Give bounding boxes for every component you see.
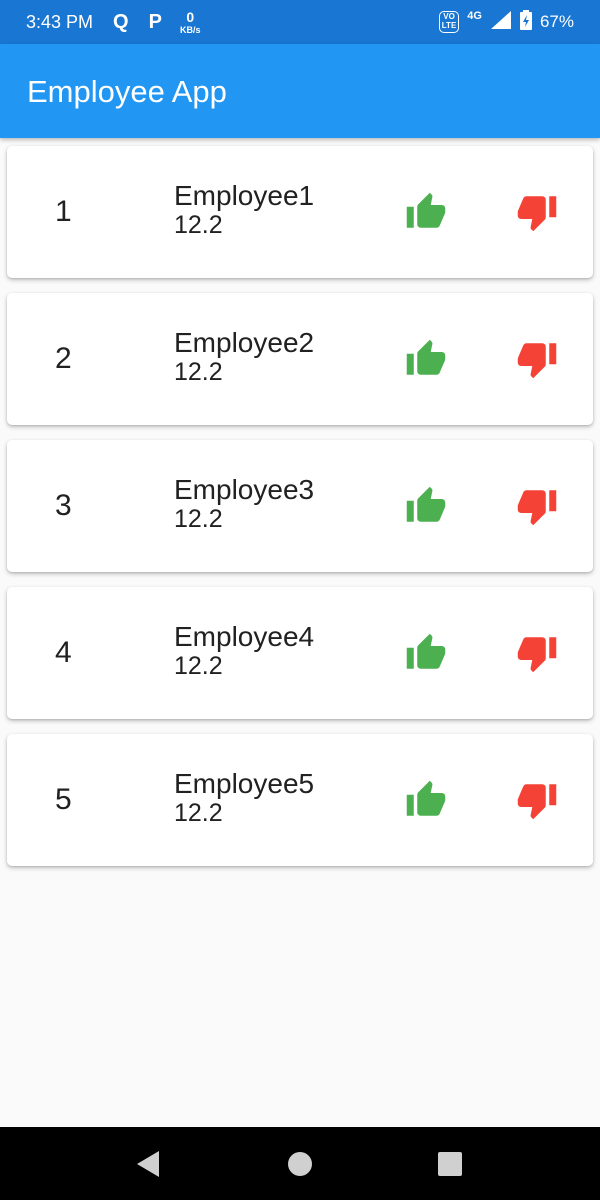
- net-speed-unit: KB/s: [179, 24, 201, 35]
- employee-index: 5: [55, 783, 72, 816]
- employee-text: Employee4 12.2: [174, 621, 314, 681]
- thumb-down-icon[interactable]: [516, 779, 558, 821]
- home-icon[interactable]: [270, 1127, 330, 1200]
- navigation-bar: [0, 1127, 600, 1200]
- employee-name: Employee5: [174, 768, 315, 799]
- thumb-up-icon[interactable]: [405, 338, 447, 380]
- employee-value: 12.2: [174, 211, 223, 240]
- thumb-up-icon[interactable]: [405, 632, 447, 674]
- employee-text: Employee5 12.2: [174, 768, 314, 828]
- employee-text: Employee1 12.2: [174, 180, 314, 240]
- battery-icon: [519, 9, 532, 35]
- recents-icon[interactable]: [420, 1127, 480, 1200]
- employee-name: Employee1: [174, 180, 315, 211]
- net-speed-value: 0: [186, 8, 195, 25]
- network-type: 4G: [467, 10, 482, 22]
- employee-name: Employee4: [174, 621, 315, 652]
- employee-index: 4: [55, 636, 72, 669]
- employee-card: 5 Employee5 12.2: [7, 734, 593, 866]
- employee-value: 12.2: [174, 358, 223, 387]
- employee-value: 12.2: [174, 652, 223, 681]
- notification-p-icon: P: [148, 10, 162, 33]
- employee-name: Employee2: [174, 327, 315, 358]
- employee-card: 3 Employee3 12.2: [7, 440, 593, 572]
- employee-card: 2 Employee2 12.2: [7, 293, 593, 425]
- status-time: 3:43 PM: [26, 11, 94, 32]
- employee-value: 12.2: [174, 799, 223, 828]
- employee-name: Employee3: [174, 474, 315, 505]
- employee-text: Employee3 12.2: [174, 474, 314, 534]
- employee-index: 1: [55, 195, 72, 228]
- employee-index: 2: [55, 342, 72, 375]
- thumb-up-icon[interactable]: [405, 485, 447, 527]
- net-speed-indicator: 0 KB/s: [180, 10, 201, 35]
- notification-q-icon: Q: [113, 10, 129, 33]
- employee-text: Employee2 12.2: [174, 327, 314, 387]
- employee-card: 1 Employee1 12.2: [7, 146, 593, 278]
- page-title: Employee App: [27, 74, 227, 109]
- volte-icon: VO LTE: [438, 11, 460, 33]
- thumb-down-icon[interactable]: [516, 632, 558, 674]
- thumb-up-icon[interactable]: [405, 191, 447, 233]
- app-bar: Employee App: [0, 44, 600, 138]
- thumb-down-icon[interactable]: [516, 191, 558, 233]
- thumb-up-icon[interactable]: [405, 779, 447, 821]
- employee-value: 12.2: [174, 505, 223, 534]
- thumb-down-icon[interactable]: [516, 485, 558, 527]
- signal-icon: [490, 10, 512, 35]
- back-icon[interactable]: [118, 1127, 178, 1200]
- thumb-down-icon[interactable]: [516, 338, 558, 380]
- employee-card: 4 Employee4 12.2: [7, 587, 593, 719]
- status-bar: 3:43 PM Q P 0 KB/s VO LTE 4G 67%: [0, 0, 600, 44]
- battery-percent: 67%: [539, 12, 574, 31]
- employee-index: 3: [55, 489, 72, 522]
